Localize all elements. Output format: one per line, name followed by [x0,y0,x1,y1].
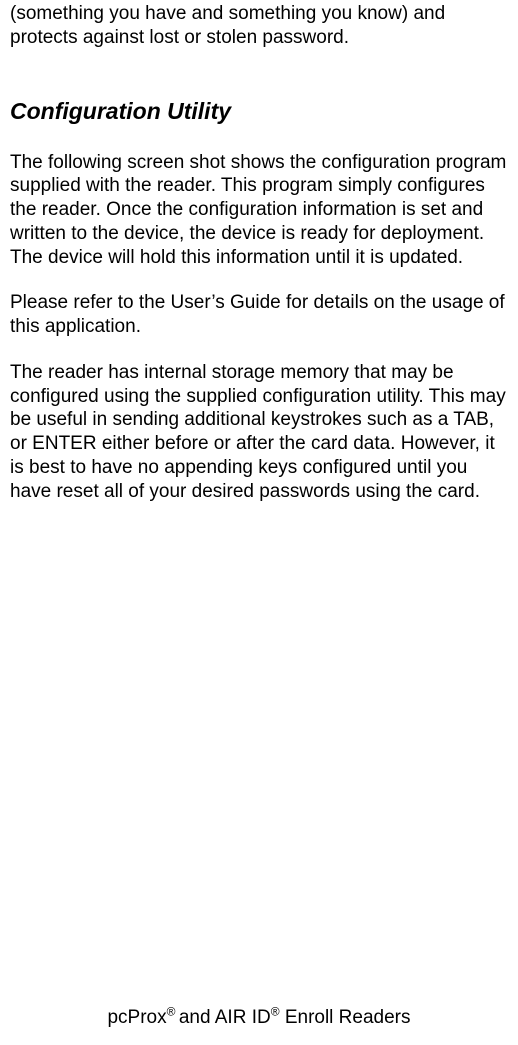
paragraph-2: Please refer to the User’s Guide for det… [10,291,508,339]
footer-registered-1: ® [167,1005,179,1019]
paragraph-1: The following screen shot shows the conf… [10,151,508,270]
footer-text-1: pcProx [107,1007,166,1028]
footer-text-3: Enroll Readers [280,1007,411,1028]
intro-fragment: (something you have and something you kn… [10,0,508,50]
document-page: (something you have and something you kn… [0,0,518,1045]
footer-registered-2: ® [271,1005,280,1019]
footer-text-2: and AIR ID [179,1007,271,1028]
section-heading: Configuration Utility [10,98,508,125]
page-footer: pcProx® and AIR ID® Enroll Readers [0,1007,518,1029]
paragraph-3: The reader has internal storage memory t… [10,361,508,504]
